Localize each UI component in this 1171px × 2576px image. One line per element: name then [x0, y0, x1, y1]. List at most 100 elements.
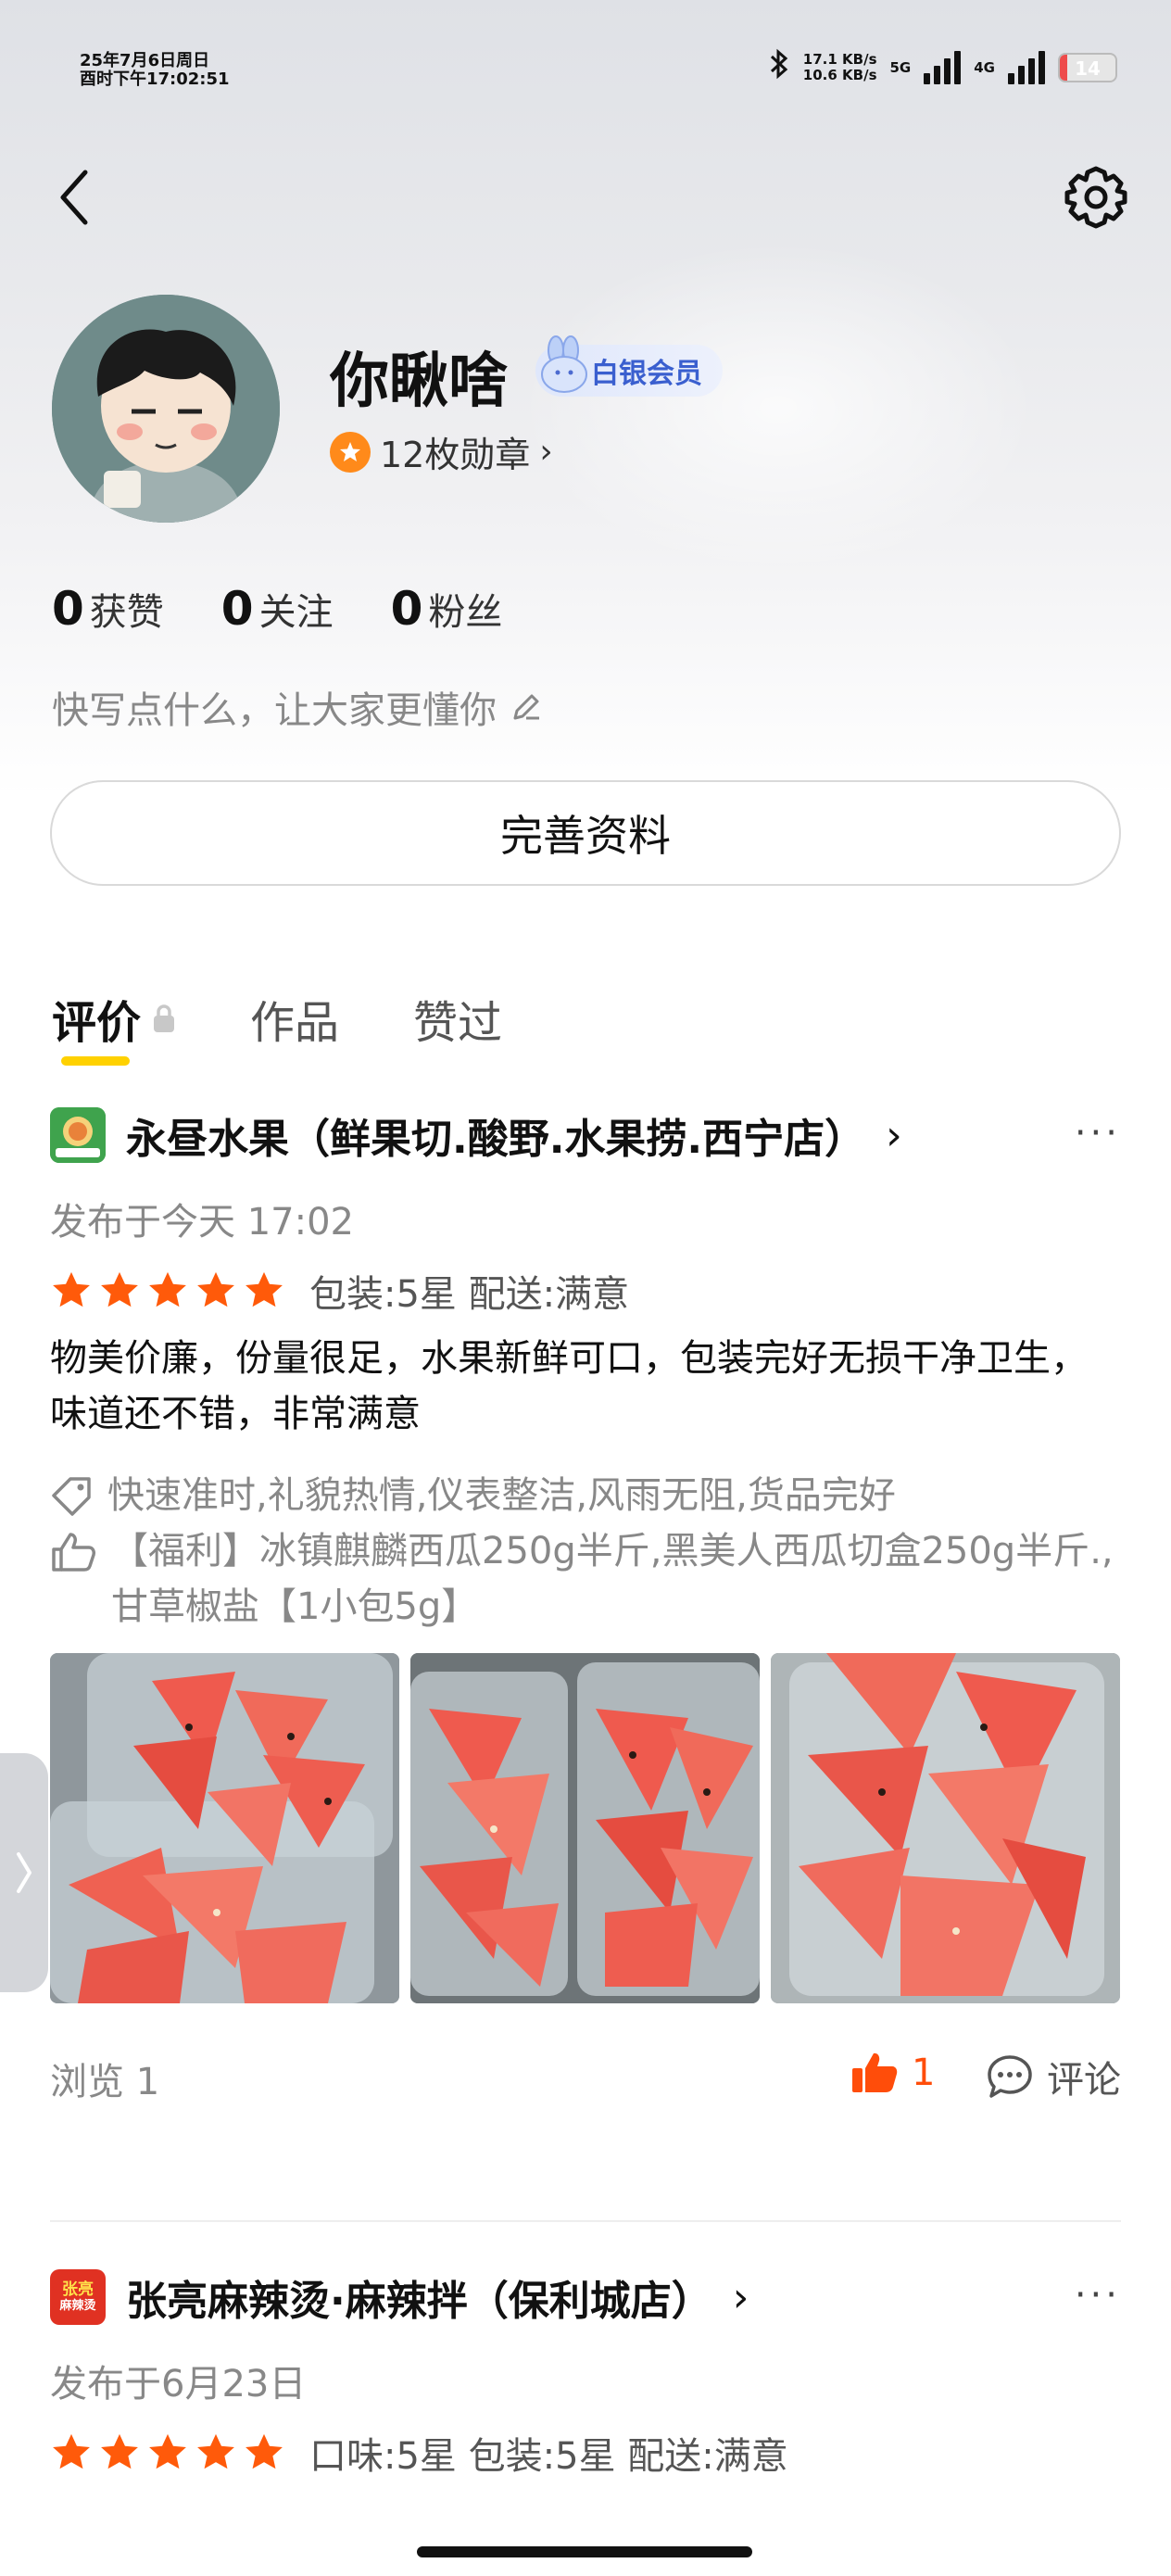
review-card: 张亮 麻辣烫 张亮麻辣烫·麻辣拌（保利城店） › ··· 发布于6月23日 口味… — [50, 2267, 1121, 2480]
medals-link[interactable]: 12枚勋章 › — [330, 426, 553, 477]
tab-liked[interactable]: 赞过 — [413, 986, 502, 1051]
card-divider — [50, 2220, 1121, 2222]
tab-reviews-label: 评价 — [52, 997, 142, 1049]
star-rating — [50, 1269, 285, 1312]
comment-button[interactable]: 评论 — [986, 2050, 1121, 2103]
battery-level: 14 — [1075, 57, 1101, 80]
review-card: 永昼水果（鲜果切.酸野.水果捞.西宁店） › ··· 发布于今天 17:02 包… — [50, 1105, 1121, 2107]
net-4g-label: 4G — [974, 59, 995, 76]
tab-works-label: 作品 — [250, 997, 340, 1049]
membership-label: 白银会员 — [591, 358, 702, 390]
star-icon — [53, 2433, 90, 2469]
back-icon — [60, 170, 88, 225]
membership-rabbit-icon — [541, 335, 587, 393]
star-icon — [246, 2433, 283, 2469]
watermelon-photo-1 — [50, 1653, 399, 2003]
gear-icon — [1064, 166, 1127, 229]
delivery-tags: 快速准时,礼貌热情,仪表整洁,风雨无阻,货品完好 — [50, 1468, 1121, 1523]
liked-items-text: 【福利】冰镇麒麟西瓜250g半斤,黑美人西瓜切盒250g半斤.,甘草椒盐【1小包… — [111, 1530, 1114, 1628]
watermelon-photo-3 — [771, 1653, 1120, 2003]
back-button[interactable] — [52, 165, 96, 230]
shop-name: 张亮麻辣烫·麻辣拌（保利城店） — [126, 2278, 712, 2325]
stat-following-label: 关注 — [258, 591, 334, 634]
star-icon — [149, 1271, 186, 1307]
chevron-right-icon: › — [886, 1111, 902, 1159]
network-speed: 17.1 KB/s 10.6 KB/s — [803, 52, 877, 83]
battery-icon: 14 — [1058, 53, 1117, 82]
shop-name: 永昼水果（鲜果切.酸野.水果捞.西宁店） — [126, 1116, 866, 1163]
stat-likes[interactable]: 0 获赞 — [52, 582, 164, 636]
star-icon — [53, 1271, 90, 1307]
username: 你瞅啥 — [330, 347, 508, 416]
tab-works[interactable]: 作品 — [250, 986, 339, 1051]
edit-profile-button[interactable]: 完善资料 — [50, 780, 1121, 886]
stat-likes-label: 获赞 — [89, 591, 164, 634]
comment-icon — [988, 2055, 1032, 2098]
net-5g-label: 5G — [889, 59, 912, 76]
liked-items: 【福利】冰镇麒麟西瓜250g半斤,黑美人西瓜切盒250g半斤.,甘草椒盐【1小包… — [50, 1523, 1121, 1635]
status-time: 酉时下午17:02:51 — [80, 69, 230, 89]
view-count: 浏览 1 — [50, 2061, 160, 2103]
chevron-right-icon: › — [732, 2273, 749, 2321]
comment-label: 评论 — [1047, 2059, 1121, 2102]
stat-fans-label: 粉丝 — [428, 591, 503, 634]
chevron-right-icon: › — [539, 433, 553, 471]
review-photo[interactable] — [410, 1653, 760, 2003]
bio-placeholder: 快写点什么，让大家更懂你 — [52, 689, 497, 732]
more-options-button[interactable]: ··· — [1075, 2274, 1121, 2317]
medal-icon — [330, 431, 371, 473]
watermelon-photo-2 — [410, 1653, 760, 2003]
rating-detail: 口味:5星 包装:5星 配送:满意 — [309, 2435, 788, 2478]
thumb-up-outline-icon — [52, 1533, 95, 1572]
stat-fans-num: 0 — [390, 582, 423, 636]
side-drawer-handle[interactable] — [0, 1753, 48, 1992]
pencil-icon — [513, 694, 539, 720]
status-icons: 17.1 KB/s 10.6 KB/s 5G 4G 14 — [768, 48, 1117, 87]
review-footer: 浏览 1 1 评论 — [50, 2052, 1121, 2107]
rating-row: 包装:5星 配送:满意 — [50, 1264, 1121, 1318]
star-icon — [197, 2433, 234, 2469]
star-icon — [101, 2433, 138, 2469]
profile-stats: 0 获赞 0 关注 0 粉丝 — [52, 582, 502, 636]
membership-badge[interactable]: 白银会员 — [535, 335, 723, 397]
star-icon — [149, 2433, 186, 2469]
review-photo[interactable] — [50, 1653, 399, 2003]
review-photos — [50, 1653, 1121, 2003]
stat-following-num: 0 — [220, 582, 254, 636]
shop-logo-text-1: 张亮 — [62, 2280, 94, 2299]
review-text: 物美价廉，份量很足，水果新鲜可口，包装完好无损干净卫生，味道还不错，非常满意 — [50, 1337, 1088, 1435]
shop-logo — [50, 1107, 106, 1163]
avatar-image — [52, 295, 280, 523]
medals-count: 12枚勋章 — [380, 435, 531, 475]
stat-likes-num: 0 — [52, 582, 84, 636]
avatar[interactable] — [52, 295, 280, 523]
review-date: 发布于6月23日 — [50, 2363, 307, 2406]
status-bar: 25年7月6日周日 酉时下午17:02:51 17.1 KB/s 10.6 KB… — [0, 0, 1171, 139]
settings-button[interactable] — [1062, 163, 1130, 232]
signal-5g-icon — [924, 51, 962, 84]
home-indicator[interactable] — [417, 2546, 752, 2557]
shop-link[interactable]: 永昼水果（鲜果切.酸野.水果捞.西宁店） › — [50, 1105, 1121, 1166]
status-date: 25年7月6日周日 — [80, 51, 210, 70]
stat-following[interactable]: 0 关注 — [221, 582, 334, 636]
lock-icon — [154, 1004, 175, 1032]
shop-link[interactable]: 张亮 麻辣烫 张亮麻辣烫·麻辣拌（保利城店） › — [50, 2267, 1121, 2328]
star-icon — [101, 1271, 138, 1307]
signal-4g-icon — [1008, 51, 1045, 84]
star-icon — [246, 1271, 283, 1307]
shop-logo-image — [50, 1107, 106, 1163]
tab-reviews[interactable]: 评价 — [52, 986, 176, 1066]
bio-field[interactable]: 快写点什么，让大家更懂你 — [52, 680, 543, 734]
speed-up: 17.1 KB/s — [802, 51, 877, 68]
more-options-button[interactable]: ··· — [1075, 1112, 1121, 1155]
like-button[interactable]: 1 — [850, 2050, 935, 2096]
review-photo[interactable] — [771, 1653, 1120, 2003]
review-date: 发布于今天 17:02 — [50, 1201, 354, 1244]
stat-fans[interactable]: 0 粉丝 — [391, 582, 503, 636]
bluetooth-icon — [768, 48, 790, 87]
shop-logo-text-2: 麻辣烫 — [59, 2299, 96, 2313]
tag-icon — [52, 1477, 91, 1516]
like-count: 1 — [912, 2052, 936, 2094]
tab-active-indicator — [61, 1056, 130, 1066]
star-icon — [197, 1271, 234, 1307]
